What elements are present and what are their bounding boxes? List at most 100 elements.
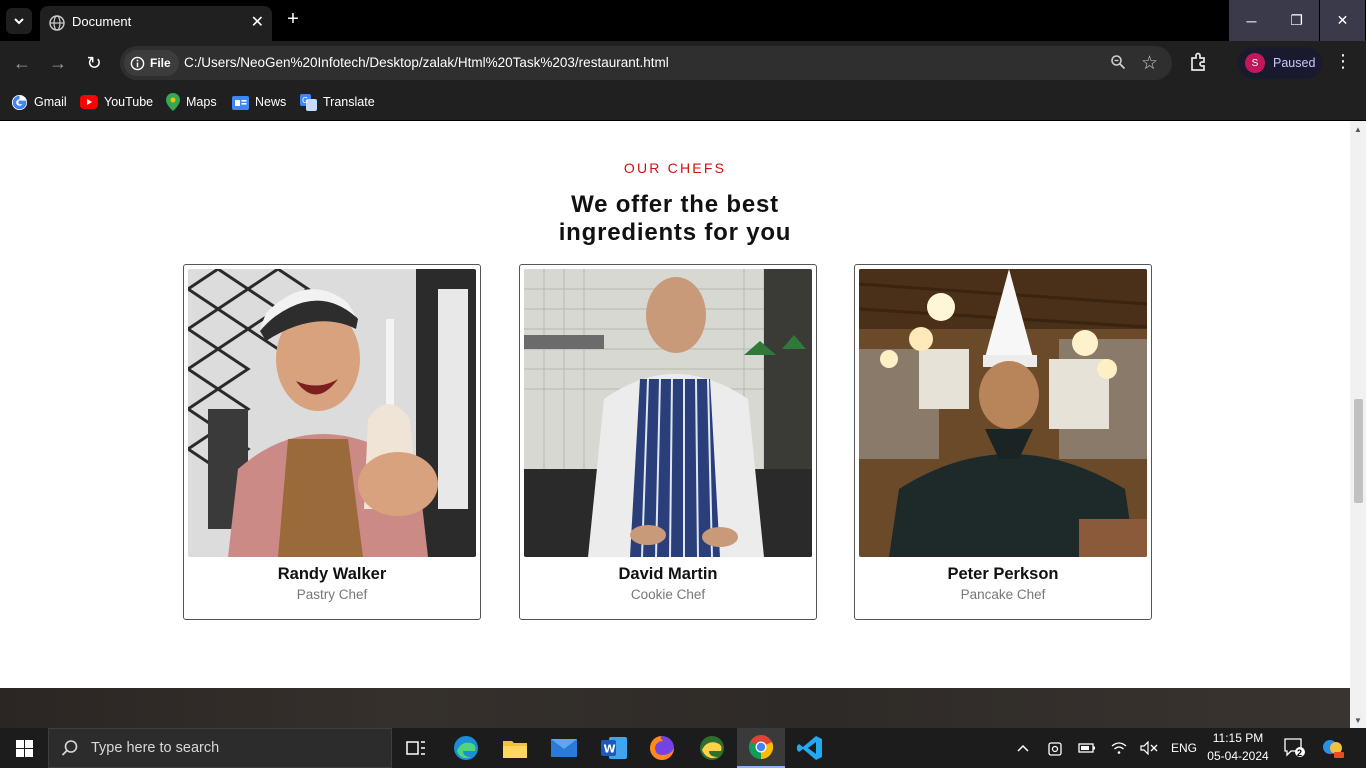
scroll-up-arrow-icon[interactable]: ▲ [1354, 125, 1362, 134]
notification-count: 2 [1297, 748, 1303, 758]
svg-text:W: W [604, 743, 616, 756]
page-scrollbar[interactable]: ▲ ▼ [1350, 121, 1366, 728]
notification-icon [1284, 738, 1305, 757]
forward-arrow-icon[interactable]: → [46, 51, 70, 75]
search-placeholder: Type here to search [91, 740, 220, 756]
chef-photo-peter-perkson [859, 269, 1147, 557]
windows-logo-icon [15, 739, 33, 757]
taskbar-app-edge[interactable] [442, 728, 490, 768]
scroll-down-arrow-icon[interactable]: ▼ [1354, 716, 1362, 725]
edge-icon [454, 736, 478, 760]
bookmark-youtube[interactable]: YouTube [80, 92, 153, 112]
chef-name: Randy Walker [277, 565, 387, 583]
bookmark-label: YouTube [104, 95, 154, 109]
svg-text:G: G [302, 96, 308, 105]
bookmark-label: Maps [186, 95, 217, 109]
bookmark-label: Gmail [34, 95, 67, 109]
search-icon [61, 740, 78, 756]
show-hidden-icons-button[interactable] [1010, 728, 1036, 768]
window-restore-button[interactable]: ❐ [1274, 0, 1319, 41]
site-info-chip[interactable]: File [124, 50, 179, 76]
clock-date: 05-04-2024 [1207, 749, 1269, 763]
firefox-icon [650, 736, 674, 760]
translate-icon: G [300, 93, 317, 111]
bookmark-label: News [255, 95, 287, 109]
tab-document[interactable]: Document ✕ [40, 6, 272, 41]
window-close-button[interactable]: ✕ [1320, 0, 1365, 41]
windows-taskbar: Type here to search W ENG 11:15 PM 05-04… [0, 728, 1366, 768]
profile-button[interactable]: S Paused [1238, 47, 1322, 79]
chef-name: Peter Perkson [947, 565, 1059, 583]
edge-dev-icon [700, 736, 724, 760]
start-button[interactable] [0, 728, 48, 768]
taskbar-app-file-explorer[interactable] [491, 728, 539, 768]
chef-role: Pastry Chef [296, 587, 368, 602]
url-text[interactable]: C:/Users/NeoGen%20Infotech/Desktop/zalak… [184, 55, 669, 70]
youtube-icon [80, 95, 98, 109]
reload-icon[interactable]: ↻ [82, 51, 106, 75]
chef-role: Cookie Chef [630, 587, 706, 602]
chef-photo-david-martin [524, 269, 812, 557]
chrome-icon [748, 735, 774, 760]
browser-tab-bar: Document ✕ + ─ ❐ ✕ [0, 0, 1366, 41]
site-chip-label: File [150, 56, 171, 70]
taskbar-app-chrome[interactable] [737, 728, 785, 768]
footer-background [0, 688, 1350, 728]
chef-photo-randy-walker [188, 269, 476, 557]
maps-icon [166, 93, 180, 111]
new-tab-button[interactable]: + [282, 8, 304, 30]
taskbar-app-edge-dev[interactable] [688, 728, 736, 768]
notifications-button[interactable]: 2 [1280, 728, 1310, 768]
bookmark-label: Translate [323, 95, 375, 109]
section-label: OUR CHEFS [623, 160, 727, 176]
chevron-up-icon [1017, 744, 1029, 752]
taskbar-app-firefox[interactable] [638, 728, 686, 768]
tab-title: Document [72, 14, 132, 29]
folder-icon [503, 741, 527, 758]
chef-card-peter-perkson: Peter Perkson Pancake Chef [854, 264, 1152, 620]
widget-tray-icon[interactable] [1318, 728, 1348, 768]
bookmark-gmail[interactable]: Gmail [11, 92, 67, 112]
page-viewport: OUR CHEFS We offer the best ingredients … [0, 121, 1350, 728]
camera-tray-icon[interactable] [1042, 728, 1068, 768]
clock-time: 11:15 PM [1212, 731, 1264, 745]
word-icon: W [601, 737, 627, 759]
chef-name: David Martin [618, 565, 718, 583]
address-bar[interactable]: File C:/Users/NeoGen%20Infotech/Desktop/… [120, 46, 1172, 80]
wifi-icon[interactable] [1106, 728, 1132, 768]
bookmark-star-icon[interactable]: ☆ [1141, 52, 1158, 75]
task-view-icon [406, 741, 425, 755]
heading-line-1: We offer the best [571, 191, 779, 218]
taskbar-search-input[interactable]: Type here to search [48, 728, 392, 768]
task-view-button[interactable] [392, 728, 440, 768]
extensions-puzzle-icon[interactable] [1188, 51, 1210, 78]
window-minimize-button[interactable]: ─ [1229, 0, 1274, 41]
heading-line-2: ingredients for you [558, 219, 792, 246]
chef-role: Pancake Chef [960, 587, 1046, 602]
language-indicator[interactable]: ENG [1166, 728, 1202, 768]
bookmarks-bar: Gmail YouTube Maps News G Translate [0, 85, 1366, 121]
news-icon [232, 96, 249, 110]
taskbar-app-mail[interactable] [540, 728, 588, 768]
chevron-down-icon [14, 18, 24, 25]
browser-toolbar: ← → ↻ File C:/Users/NeoGen%20Infotech/De… [0, 41, 1366, 85]
scrollbar-thumb[interactable] [1354, 399, 1363, 503]
volume-muted-icon[interactable] [1136, 728, 1162, 768]
tab-search-button[interactable] [6, 8, 32, 34]
vscode-icon [797, 736, 822, 760]
bookmark-maps[interactable]: Maps [166, 92, 217, 112]
taskbar-app-vscode[interactable] [786, 728, 834, 768]
gmail-icon [11, 94, 28, 110]
zoom-icon[interactable] [1110, 54, 1126, 75]
back-arrow-icon[interactable]: ← [10, 51, 34, 75]
battery-icon[interactable] [1074, 728, 1100, 768]
section-heading: We offer the best ingredients for you [0, 191, 1350, 247]
taskbar-app-word[interactable]: W [590, 728, 638, 768]
avatar: S [1245, 53, 1265, 73]
tab-close-icon[interactable]: ✕ [251, 12, 264, 32]
kebab-menu-icon[interactable]: ⋮ [1334, 51, 1352, 72]
bookmark-translate[interactable]: G Translate [300, 92, 375, 112]
chef-card-randy-walker: Randy Walker Pastry Chef [183, 264, 481, 620]
bookmark-news[interactable]: News [232, 92, 286, 112]
globe-icon [49, 15, 65, 36]
